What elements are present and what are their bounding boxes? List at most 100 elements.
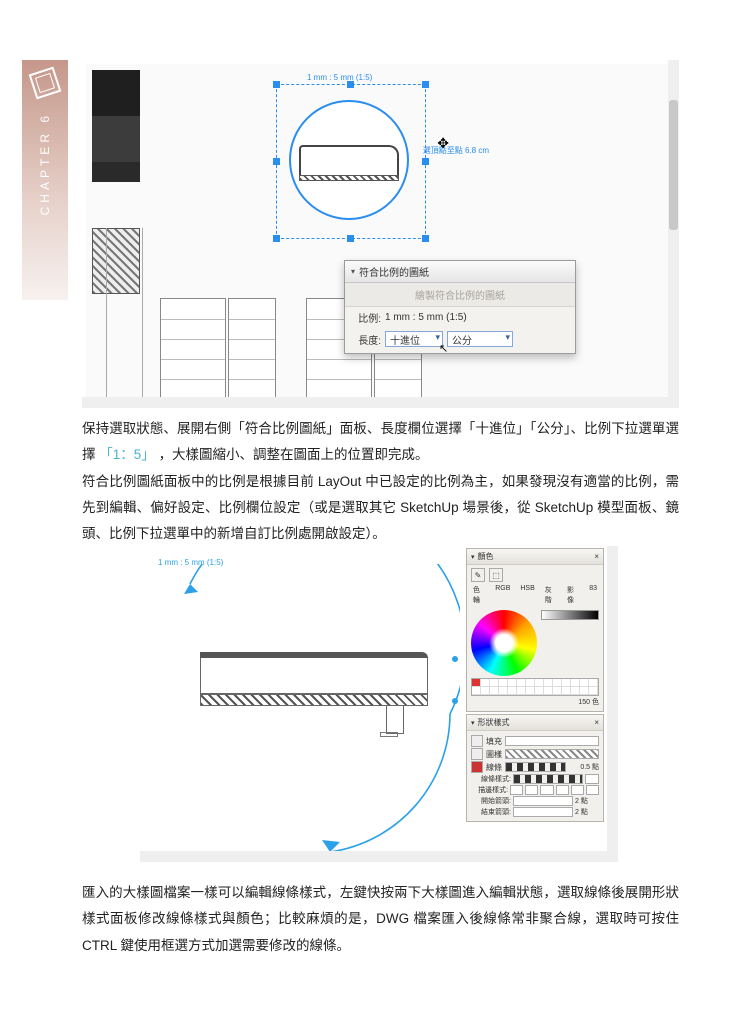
dash-combo[interactable]: [513, 774, 583, 784]
text-highlight: 「1：5」: [99, 447, 155, 462]
resize-handle[interactable]: [347, 235, 354, 242]
combo-value: 十進位: [390, 332, 420, 347]
label: 填充: [486, 736, 502, 747]
label: 線條樣式:: [471, 774, 511, 784]
palette-title[interactable]: ▾ 顏色 ×: [467, 549, 603, 565]
tab[interactable]: 色輪: [471, 584, 487, 606]
profile-hatch: [200, 694, 428, 706]
scrollbar-thumb[interactable]: [669, 100, 678, 230]
chapter-sidebar: CHAPTER 6: [22, 60, 68, 300]
gridline: [142, 228, 143, 408]
color-wheel[interactable]: [471, 610, 537, 676]
scale-label: 比例:: [351, 310, 381, 325]
resize-handle[interactable]: [347, 81, 354, 88]
cap-btn[interactable]: [540, 785, 553, 795]
length-row: 長度: 十進位 ↖ 公分: [345, 328, 575, 353]
resize-handle[interactable]: [273, 81, 280, 88]
label: 開始箭頭:: [471, 796, 511, 806]
chapter-label: CHAPTER 6: [38, 112, 52, 215]
body-paragraph-2: 匯入的大樣圖檔案一樣可以編輯線條樣式，左鍵快按兩下大樣圖進入編輯狀態，選取線條後…: [82, 880, 679, 959]
selection-box[interactable]: 1 mm : 5 mm (1:5) ✥ 選頂點至點 6.8 cm: [276, 84, 426, 239]
value-field[interactable]: 83: [587, 584, 599, 606]
dimension-point: [452, 656, 458, 662]
join-btn[interactable]: [571, 785, 584, 795]
text: ，大樣圖縮小、調整在圖面上的位置即完成。: [159, 447, 429, 462]
move-distance-label: 選頂點至點 6.8 cm: [423, 145, 489, 156]
line-width-value[interactable]: 0.5 點: [569, 762, 599, 772]
collapse-icon[interactable]: ▾: [471, 553, 475, 561]
pattern-toggle[interactable]: [471, 748, 483, 760]
eyedropper-icon[interactable]: ✎: [471, 568, 485, 582]
figure-2: 1 mm : 5 mm (1:5) ▾ 顏色 × ✎ ⬚ 色輪 RGB HSB …: [140, 546, 618, 862]
combo-value: 公分: [452, 332, 472, 347]
swatch-count: 150: [578, 699, 590, 706]
end-arrow-combo[interactable]: [513, 807, 573, 817]
chapter-icon: [29, 67, 62, 100]
color-palette[interactable]: ▾ 顏色 × ✎ ⬚ 色輪 RGB HSB 灰階 影像 83: [466, 548, 604, 712]
cap-btn[interactable]: [525, 785, 538, 795]
tab[interactable]: RGB: [493, 584, 512, 606]
palette-title-text: 形狀樣式: [478, 717, 510, 728]
palette-title-text: 顏色: [478, 551, 494, 562]
length-format-combo[interactable]: 十進位: [385, 331, 443, 347]
fig1-hatch: [92, 228, 140, 294]
line-toggle[interactable]: [471, 761, 483, 773]
vertical-scrollbar[interactable]: [607, 546, 618, 862]
start-arrow-combo[interactable]: [513, 796, 573, 806]
scale-field[interactable]: [585, 774, 599, 784]
text: 匯入的大樣圖檔案一樣可以編輯線條樣式，左鍵快按兩下大樣圖進入編輯狀態，選取線條後…: [82, 885, 679, 953]
tab[interactable]: 灰階: [543, 584, 559, 606]
fig1-strip: [92, 116, 140, 162]
scaled-drawing-panel[interactable]: ▾ 符合比例的圖紙 繪製符合比例的圖紙 比例: 1 mm : 5 mm (1:5…: [344, 260, 576, 354]
palette-title[interactable]: ▾ 形狀樣式 ×: [467, 715, 603, 731]
shelf: [160, 298, 226, 406]
end-arrow-row: 結束箭頭: 2 點: [471, 807, 599, 817]
join-btn[interactable]: [586, 785, 599, 795]
detail-profile-hatch: [299, 175, 399, 181]
label: 結束箭頭:: [471, 807, 511, 817]
tab[interactable]: HSB: [518, 584, 536, 606]
fill-toggle[interactable]: [471, 735, 483, 747]
fig1-strip: [92, 70, 140, 116]
arrow-size[interactable]: 2 點: [575, 807, 599, 817]
resize-handle[interactable]: [273, 158, 280, 165]
selection-scale-label: 1 mm : 5 mm (1:5): [307, 73, 372, 82]
collapse-icon[interactable]: ▾: [471, 719, 475, 727]
panel-title-text: 符合比例的圖紙: [359, 264, 429, 279]
label: 線條: [486, 762, 502, 773]
fig1-canvas: 1 mm : 5 mm (1:5) ✥ 選頂點至點 6.8 cm ▾ 符合比例的…: [86, 64, 679, 408]
length-unit-combo[interactable]: 公分: [447, 331, 513, 347]
collapse-icon[interactable]: ▾: [351, 267, 355, 276]
arrow-size[interactable]: 2 點: [575, 796, 599, 806]
close-icon[interactable]: ×: [594, 718, 599, 727]
tab[interactable]: 影像: [565, 584, 581, 606]
resize-handle[interactable]: [422, 81, 429, 88]
profile-leg: [386, 706, 404, 734]
color-mode-tabs[interactable]: 色輪 RGB HSB 灰階 影像 83: [471, 584, 599, 606]
swatch-grid[interactable]: [471, 678, 599, 696]
line-swatch[interactable]: [505, 762, 566, 772]
resize-handle[interactable]: [422, 158, 429, 165]
vertical-scrollbar[interactable]: [668, 60, 679, 408]
panel-subtitle: 繪製符合比例的圖紙: [345, 283, 575, 307]
pattern-swatch[interactable]: [505, 749, 599, 759]
shape-style-palette[interactable]: ▾ 形狀樣式 × 填充 圖樣 線條 0.5 點 線條樣式:: [466, 714, 604, 822]
dash-row: 線條樣式:: [471, 774, 599, 784]
resize-handle[interactable]: [422, 235, 429, 242]
panel-title[interactable]: ▾ 符合比例的圖紙: [345, 261, 575, 283]
brightness-slider[interactable]: [541, 610, 599, 620]
dimension-point: [452, 698, 458, 704]
gridline: [106, 228, 107, 408]
join-btn[interactable]: [556, 785, 569, 795]
cap-btn[interactable]: [510, 785, 523, 795]
fill-row: 填充: [471, 735, 599, 747]
close-icon[interactable]: ×: [594, 552, 599, 561]
horizontal-scrollbar[interactable]: [82, 397, 668, 408]
fill-swatch[interactable]: [505, 736, 599, 746]
body-paragraph-1: 保持選取狀態、展開右側「符合比例圖紙」面板、長度欄位選擇「十進位」「公分」、比例…: [82, 416, 679, 548]
resize-handle[interactable]: [273, 235, 280, 242]
pattern-row: 圖樣: [471, 748, 599, 760]
screen-picker-icon[interactable]: ⬚: [489, 568, 503, 582]
detail-arc: [150, 564, 460, 854]
horizontal-scrollbar[interactable]: [140, 851, 607, 862]
